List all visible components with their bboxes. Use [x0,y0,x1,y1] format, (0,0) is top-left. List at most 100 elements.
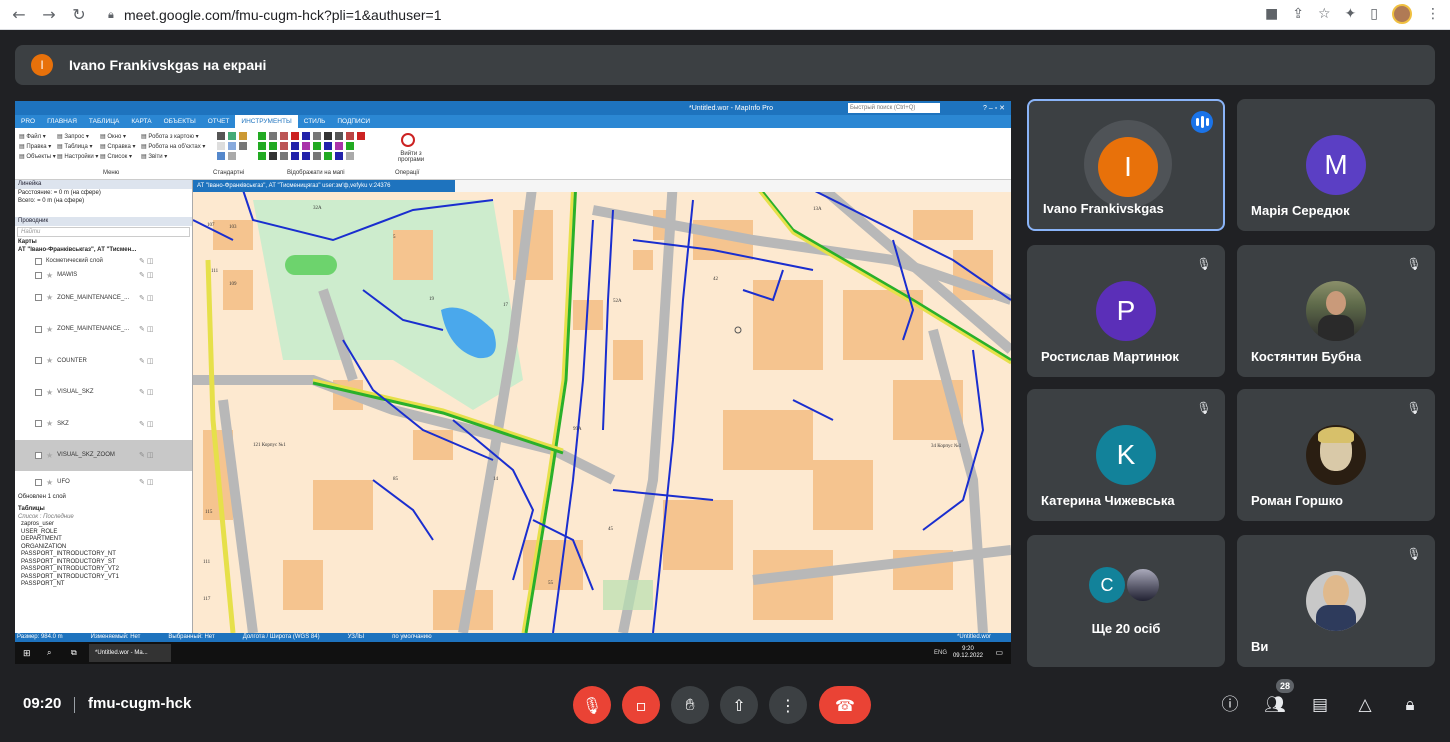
tab-report[interactable]: ОТЧЕТ [202,115,236,128]
table-item[interactable]: DEPARTMENT [15,536,192,544]
address-bar[interactable]: 🔒︎ meet.google.com/fmu-cugm-hck?pli=1&au… [108,3,1218,27]
tables-list-label[interactable]: Список : Последние [15,513,192,521]
participant-tile[interactable]: 🎙︎ Роман Горшко [1237,389,1435,521]
map-window-title[interactable]: АТ "Івано-Франківськгаз", АТ "Тисменицяг… [193,180,455,192]
standard-tools[interactable] [217,132,248,160]
svg-text:103: 103 [229,225,237,230]
participant-name: Костянтин Бубна [1251,349,1362,364]
profile-avatar[interactable] [1392,4,1412,24]
svg-text:45: 45 [608,527,614,532]
people-icon[interactable]: 👥︎ [1262,692,1288,718]
taskbar-clock[interactable]: 9:20 09.12.2022 [953,646,983,660]
participant-tile[interactable]: M Марія Середюк [1237,99,1435,231]
speaking-indicator-icon [1191,111,1213,133]
tab-map[interactable]: КАРТА [125,115,157,128]
host-controls-icon[interactable]: 🔒︎ [1397,692,1423,718]
map-window[interactable]: 32А 107 103 111 109 121 Корпус №1 5 17 52А 34 … [193,180,1011,633]
camera-indicator-icon[interactable]: ■ [1265,6,1278,22]
presenting-banner: I Ivano Frankivskgas на екрані [15,45,1435,85]
table-item[interactable]: ORGANIZATION [15,544,192,552]
layer-row[interactable]: Косметический слой ✎◫ [15,254,192,268]
svg-text:99А: 99А [573,427,582,432]
lock-icon: 🔒︎ [108,8,114,21]
end-call-icon[interactable]: ☎︎ [819,686,871,724]
taskbar-app[interactable]: *Untitled.wor - Ma... [89,644,171,662]
raise-hand-icon[interactable]: ✋︎ [671,686,709,724]
more-options-icon[interactable]: ⋮ [769,686,807,724]
table-item[interactable]: PASSPORT_INTRODUCTORY_NT [15,551,192,559]
kebab-menu-icon[interactable]: ⋮ [1426,6,1440,22]
tab-objects[interactable]: ОБЪЕКТЫ [158,115,202,128]
tab-table[interactable]: ТАБЛИЦА [83,115,125,128]
task-view-icon[interactable]: ⧉ [71,648,77,658]
ribbon-menu-col2[interactable]: ▤ Запрос ▾ ▤ Таблица ▾ ▤ Настройки ▾ [57,132,98,162]
tab-home[interactable]: ГЛАВНАЯ [41,115,83,128]
svg-text:111: 111 [211,269,219,274]
tab-style[interactable]: СТИЛЬ [298,115,332,128]
window-controls[interactable]: ? – ▫ ✕ [983,104,1005,112]
table-item[interactable]: PASSPORT_INTRODUCTORY_VT2 [15,566,192,574]
layer-row[interactable]: ★ MAWIS ✎◫ [15,268,192,282]
mapinfo-statusbar: Размер: 984.0 m Изменяемый: Нет Выбранны… [15,633,1011,642]
tab-labels[interactable]: ПОДПИСИ [331,115,376,128]
activities-icon[interactable]: △ [1352,692,1378,718]
map-canvas[interactable]: 32А107 103 111109121 Корпус №1 51752А 34 … [193,180,1011,633]
participant-tile[interactable]: I Ivano Frankivskgas [1027,99,1225,231]
layer-row-selected[interactable]: ★ VISUAL_SKZ_ZOOM ✎◫ [15,439,192,471]
url-text[interactable]: meet.google.com/fmu-cugm-hck?pli=1&authu… [124,7,442,23]
forward-icon[interactable]: → [38,5,60,24]
mic-off-icon[interactable]: 🎙︎ [573,686,611,724]
windows-start-icon[interactable]: ⊞ [23,648,31,659]
map-name[interactable]: АТ "Івано-Франківськгаз", АТ "Тисмен... [15,246,192,254]
layer-row[interactable]: ★ ZONE_MAINTENANCE_... ✎◫ [15,314,192,346]
windows-taskbar: ⊞ ⌕ ⧉ *Untitled.wor - Ma... ENG 9:20 09.… [15,642,1011,664]
back-icon[interactable]: ← [8,5,30,24]
tables-header[interactable]: Таблицы [15,505,192,513]
svg-text:52А: 52А [613,299,622,304]
taskbar-lang[interactable]: ENG [934,650,947,656]
explorer-search[interactable]: Найти [17,227,190,237]
ribbon-menu-col4[interactable]: ▤ Робота з картою ▾ ▤ Робота на об'єктах … [141,132,205,162]
taskbar-search-icon[interactable]: ⌕ [47,648,51,658]
exit-label[interactable]: Вийти з програми [393,151,429,163]
share-icon[interactable]: ⇪ [1292,6,1304,22]
chat-icon[interactable]: ▤ [1307,692,1333,718]
svg-text:121 Корпус №1: 121 Корпус №1 [253,442,286,448]
present-icon[interactable]: ⇧ [720,686,758,724]
layer-row[interactable]: ★ VISUAL_SKZ ✎◫ [15,377,192,409]
layer-row[interactable]: ★ ZONE_MAINTENANCE_... ✎◫ [15,282,192,314]
layer-row[interactable]: ★ UFO ✎◫ [15,471,192,493]
ribbon-menu-col3[interactable]: ▤ Окно ▾ ▤ Справка ▾ ▤ Список ▾ [100,132,136,162]
svg-text:14: 14 [493,477,499,482]
sidepanel-icon[interactable]: ▯ [1370,6,1378,22]
layer-row[interactable]: ★ COUNTER ✎◫ [15,345,192,377]
self-tile[interactable]: 🎙︎ Ви [1237,535,1435,667]
layer-row[interactable]: ★ SKZ ✎◫ [15,408,192,440]
table-item[interactable]: PASSPORT_INTRODUCTORY_VT1 [15,574,192,582]
info-icon[interactable]: ⓘ [1217,692,1243,718]
tab-tools[interactable]: ИНСТРУМЕНТЫ [235,115,298,128]
draw-tools[interactable] [258,132,377,160]
table-item[interactable]: PASSPORT_NT [15,581,192,589]
meeting-code: fmu-cugm-hck [88,695,192,712]
maps-header[interactable]: Карты [15,238,192,246]
bookmark-star-icon[interactable]: ☆ [1318,6,1331,22]
participant-tile[interactable]: 🎙︎ Костянтин Бубна [1237,245,1435,377]
quick-search[interactable]: Быстрый поиск (Ctrl+Q) [848,103,940,113]
svg-text:109: 109 [229,282,237,287]
camera-off-icon[interactable]: ▫ [622,686,660,724]
notifications-icon[interactable]: ▭ [995,648,1003,657]
tab-pro[interactable]: PRO [15,115,41,128]
table-item[interactable]: zapros_user [15,521,192,529]
reload-icon[interactable]: ↻ [68,5,90,24]
participant-tile[interactable]: 🎙︎ K Катерина Чижевська [1027,389,1225,521]
ribbon-menu-col1[interactable]: ▤ Файл ▾ ▤ Правка ▾ ▤ Объекты ▾ [19,132,56,162]
table-item[interactable]: PASSPORT_INTRODUCTORY_ST [15,559,192,567]
exit-icon[interactable] [401,133,415,147]
extensions-icon[interactable]: ✦ [1345,6,1357,22]
participant-tile[interactable]: 🎙︎ P Ростислав Мартинюк [1027,245,1225,377]
more-participants-tile[interactable]: C Ще 20 осіб [1027,535,1225,667]
ruler-header: Линейка [15,180,192,189]
table-item[interactable]: USER_ROLE [15,529,192,537]
ruler-distance: Расстояние: = 0 m (на сфере) [18,190,101,196]
